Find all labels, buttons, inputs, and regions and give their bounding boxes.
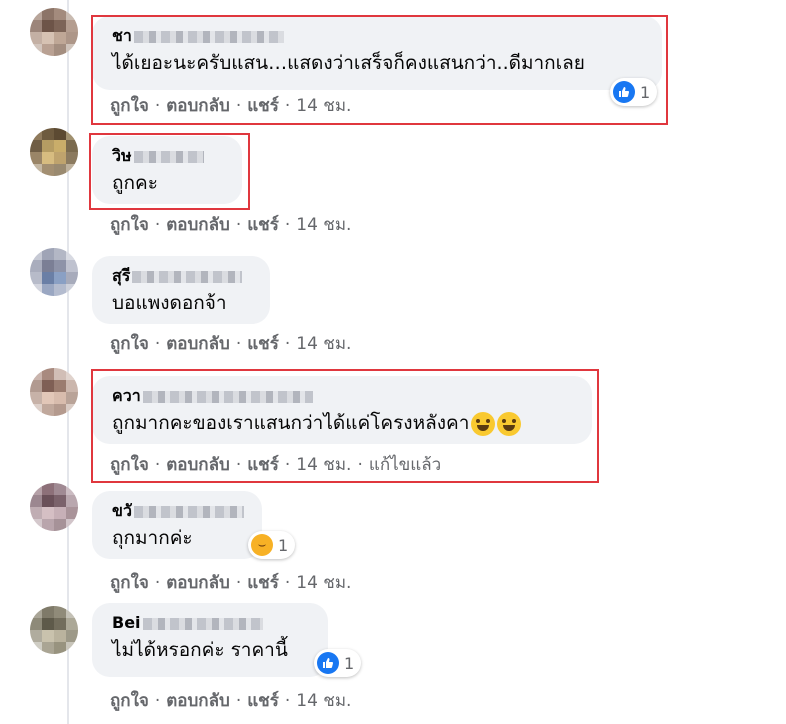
avatar[interactable]: [30, 8, 78, 56]
like-link[interactable]: ถูกใจ: [110, 691, 149, 711]
comment-bubble: สุรี บอแพงดอกจ้า: [92, 256, 270, 324]
share-link[interactable]: แชร์: [247, 334, 279, 354]
comment-actions: ถูกใจ · ตอบกลับ · แชร์ · 14 ชม.: [110, 573, 352, 593]
like-icon: [317, 652, 339, 674]
comment-actions: ถูกใจ · ตอบกลับ · แชร์ · 14 ชม.: [110, 215, 352, 235]
comment-author[interactable]: Bei: [112, 612, 316, 634]
comment-bubble: Bei ไม่ได้หรอกค่ะ ราคานี้: [92, 603, 328, 677]
haha-icon: ⌣: [251, 534, 273, 556]
timestamp[interactable]: 14 ชม.: [296, 691, 351, 711]
timestamp[interactable]: 14 ชม.: [296, 573, 351, 593]
like-link[interactable]: ถูกใจ: [110, 215, 149, 235]
comment-text: ถุกมากค่ะ: [112, 527, 193, 549]
reply-link[interactable]: ตอบกลับ: [166, 215, 230, 235]
avatar[interactable]: [30, 483, 78, 531]
avatar[interactable]: [30, 606, 78, 654]
comment-actions: ถูกใจ · ตอบกลับ · แชร์ · 14 ชม.: [110, 334, 352, 354]
like-link[interactable]: ถูกใจ: [110, 573, 149, 593]
comment-author[interactable]: ขวั: [112, 500, 250, 522]
share-link[interactable]: แชร์: [247, 573, 279, 593]
comment-actions: ถูกใจ · ตอบกลับ · แชร์ · 14 ชม.: [110, 691, 352, 711]
timestamp[interactable]: 14 ชม.: [296, 215, 351, 235]
reply-link[interactable]: ตอบกลับ: [166, 691, 230, 711]
comment-text: บอแพงดอกจ้า: [112, 292, 227, 314]
like-link[interactable]: ถูกใจ: [110, 334, 149, 354]
avatar[interactable]: [30, 368, 78, 416]
highlight-box: [89, 133, 250, 210]
highlight-box: [91, 15, 668, 125]
reaction-count[interactable]: ⌣ 1: [248, 531, 296, 559]
comment-bubble: ขวั ถุกมากค่ะ: [92, 491, 262, 559]
comment-text: ไม่ได้หรอกค่ะ ราคานี้: [112, 639, 288, 661]
comment-author[interactable]: สุรี: [112, 265, 258, 287]
reply-link[interactable]: ตอบกลับ: [166, 573, 230, 593]
reaction-count[interactable]: 1: [314, 649, 362, 677]
highlight-box: [91, 369, 599, 483]
timestamp[interactable]: 14 ชม.: [296, 334, 351, 354]
share-link[interactable]: แชร์: [247, 215, 279, 235]
avatar[interactable]: [30, 248, 78, 296]
reply-link[interactable]: ตอบกลับ: [166, 334, 230, 354]
share-link[interactable]: แชร์: [247, 691, 279, 711]
avatar[interactable]: [30, 128, 78, 176]
